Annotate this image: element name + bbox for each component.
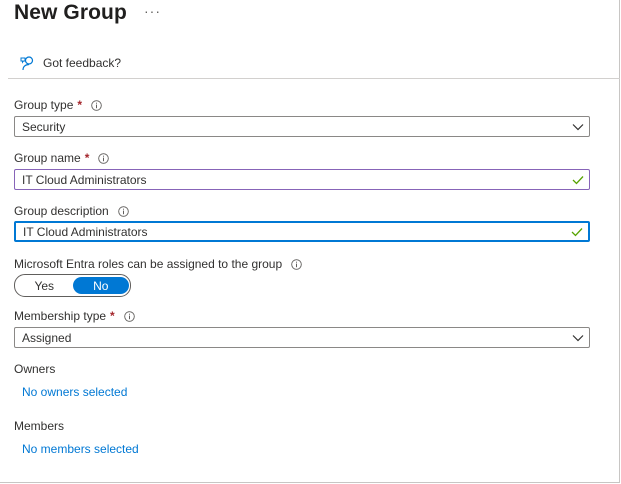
members-label: Members: [14, 419, 65, 433]
chevron-down-icon: [567, 123, 589, 131]
group-type-value: Security: [22, 119, 66, 134]
membership-type-label-text: Membership type: [14, 309, 107, 323]
group-name-label-text: Group name: [14, 151, 81, 165]
membership-type-value: Assigned: [22, 330, 72, 345]
group-description-value: IT Cloud Administrators: [23, 224, 148, 239]
toggle-option-no[interactable]: No: [72, 277, 129, 294]
membership-type-dropdown[interactable]: Assigned: [14, 327, 590, 348]
entra-roles-label-text: Microsoft Entra roles can be assigned to…: [14, 257, 283, 271]
group-name-label: Group name *: [14, 151, 110, 165]
feedback-icon: [20, 55, 36, 71]
group-name-input[interactable]: IT Cloud Administrators: [14, 169, 590, 190]
group-description-input[interactable]: IT Cloud Administrators: [14, 221, 590, 242]
owners-link[interactable]: No owners selected: [22, 385, 127, 399]
membership-type-label: Membership type *: [14, 309, 135, 323]
checkmark-icon: [566, 227, 588, 237]
required-marker: *: [110, 309, 115, 323]
checkmark-icon: [567, 175, 589, 185]
owners-label: Owners: [14, 362, 56, 376]
info-icon[interactable]: [291, 258, 302, 270]
group-name-value: IT Cloud Administrators: [22, 172, 147, 187]
group-description-label: Group description: [14, 204, 129, 218]
feedback-label: Got feedback?: [43, 56, 122, 70]
entra-roles-label: Microsoft Entra roles can be assigned to…: [14, 257, 302, 271]
info-icon[interactable]: [98, 152, 110, 164]
group-type-dropdown[interactable]: Security: [14, 116, 590, 137]
group-description-label-text: Group description: [14, 204, 109, 218]
required-marker: *: [84, 151, 90, 165]
more-options-button[interactable]: ···: [144, 3, 161, 19]
feedback-button[interactable]: Got feedback?: [20, 55, 121, 71]
toggle-option-yes[interactable]: Yes: [16, 277, 73, 294]
page-title: New Group: [14, 1, 127, 24]
members-link[interactable]: No members selected: [22, 442, 139, 456]
header-divider: [8, 78, 620, 79]
info-icon[interactable]: [123, 310, 135, 322]
chevron-down-icon: [567, 334, 589, 342]
group-type-label: Group type *: [14, 98, 102, 112]
required-marker: *: [77, 98, 83, 112]
group-type-label-text: Group type: [14, 98, 74, 112]
info-icon[interactable]: [117, 205, 129, 217]
info-icon[interactable]: [91, 99, 102, 111]
entra-roles-toggle[interactable]: Yes No: [14, 274, 131, 297]
